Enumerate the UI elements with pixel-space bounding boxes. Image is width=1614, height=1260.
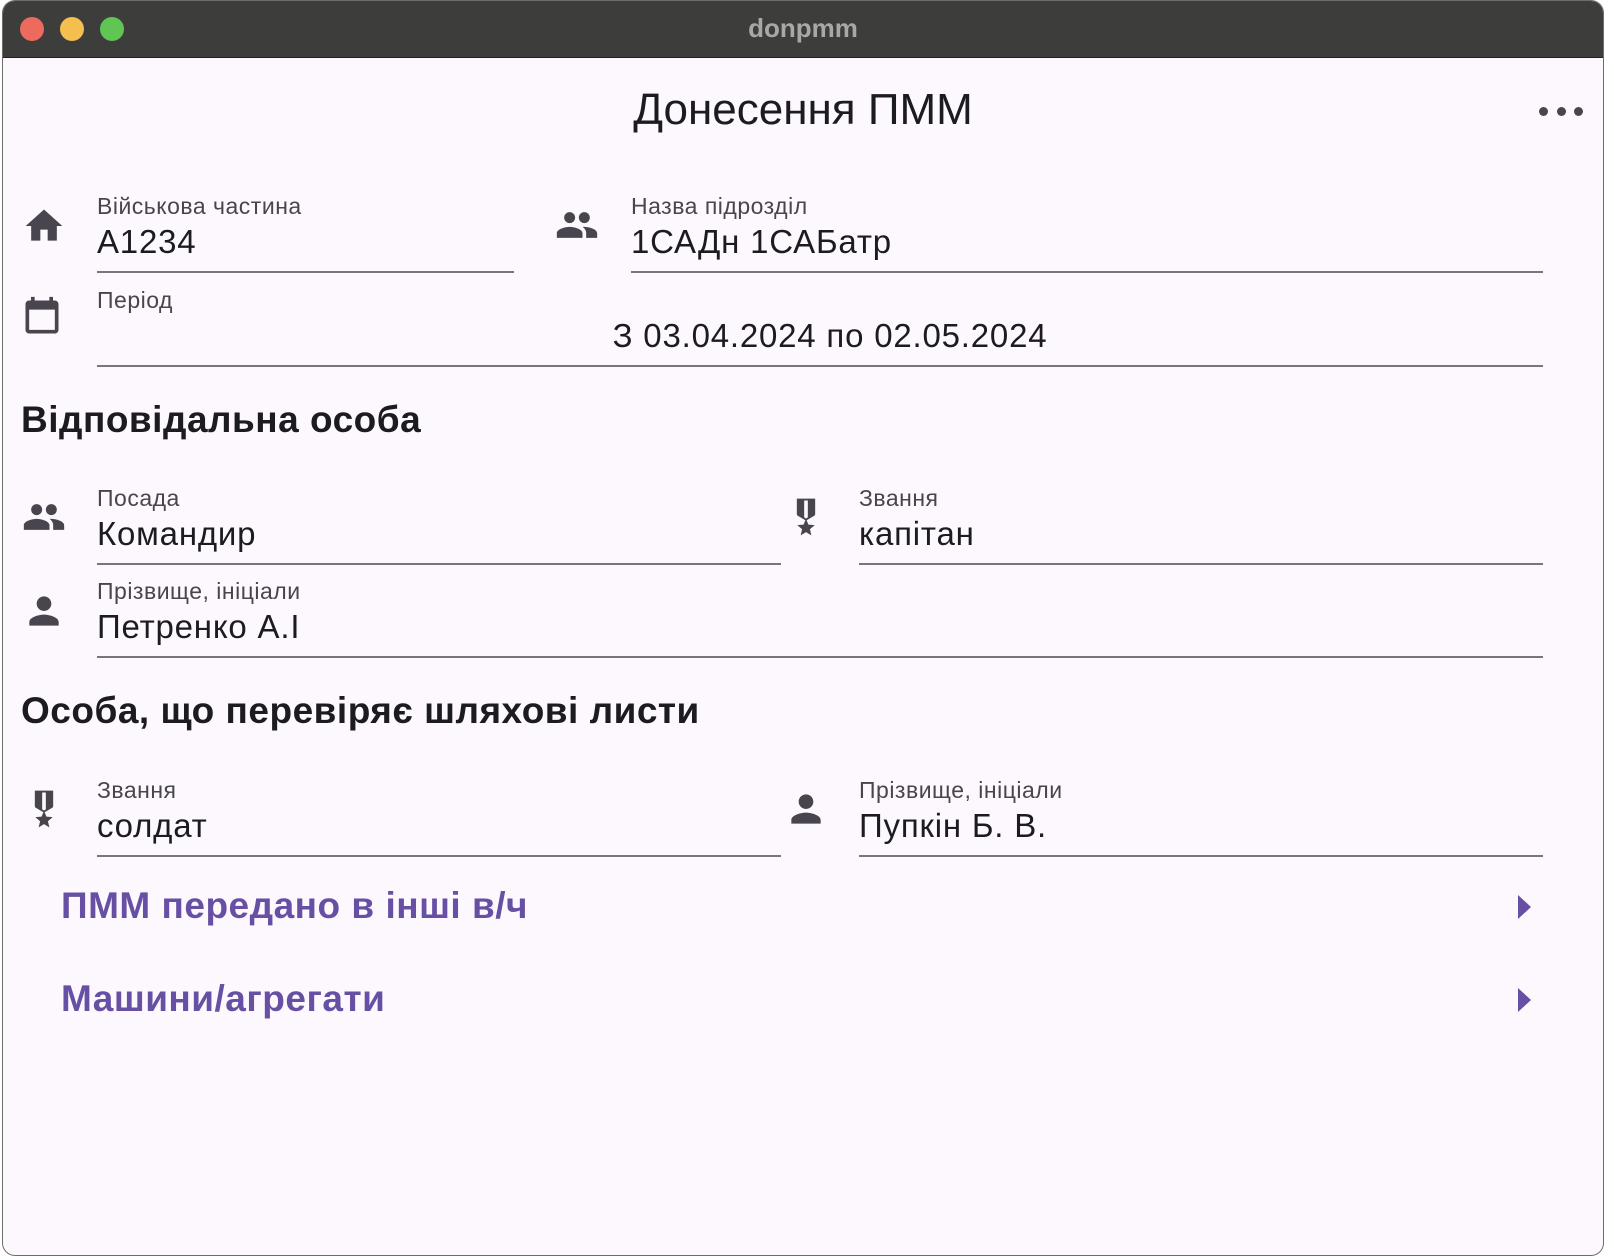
arrow-right-icon [1518, 988, 1531, 1012]
home-icon [22, 204, 66, 248]
person-icon [784, 787, 828, 831]
field-underline [97, 365, 1543, 367]
person-icon [22, 589, 66, 633]
nav-transferred-fuel[interactable]: ПММ передано в інші в/ч [61, 875, 1541, 939]
arrow-right-icon [1518, 895, 1531, 919]
rank-field[interactable]: Звання капітан [859, 485, 1543, 565]
window-titlebar: donpmm [3, 1, 1603, 58]
field-underline [97, 271, 514, 273]
field-underline [97, 855, 781, 857]
field-underline [631, 271, 1543, 273]
position-label: Посада [97, 485, 180, 511]
rank-label: Звання [859, 485, 939, 511]
checker-name-value[interactable]: Пупкін Б. В. [859, 807, 1047, 845]
more-horiz-icon [1539, 106, 1548, 116]
more-menu-button[interactable] [1539, 97, 1583, 125]
app-window: donpmm Донесення ПММ Військова частина А… [3, 1, 1603, 1255]
checker-section-title: Особа, що перевіряє шляхові листи [21, 690, 700, 731]
field-underline [859, 563, 1543, 565]
checker-rank-value[interactable]: солдат [97, 807, 208, 845]
position-value[interactable]: Командир [97, 515, 256, 553]
responsible-name-field[interactable]: Прізвище, ініціали Петренко А.І [97, 578, 1543, 658]
responsible-section-title: Відповідальна особа [21, 399, 422, 440]
window-title: donpmm [748, 13, 858, 43]
responsible-name-label: Прізвище, ініціали [97, 578, 301, 604]
military-unit-field[interactable]: Військова частина А1234 [97, 193, 514, 273]
period-field[interactable]: Період З 03.04.2024 по 02.05.2024 [97, 287, 1543, 367]
rank-value[interactable]: капітан [859, 515, 975, 553]
page-title: Донесення ПММ [633, 85, 973, 134]
responsible-name-value[interactable]: Петренко А.І [97, 608, 300, 646]
subdivision-field[interactable]: Назва підрозділ 1САДн 1САБатр [631, 193, 1543, 273]
group-icon [555, 203, 599, 247]
military-medal-icon [784, 495, 828, 539]
checker-name-field[interactable]: Прізвище, ініціали Пупкін Б. В. [859, 777, 1543, 857]
military-medal-icon [22, 787, 66, 831]
military-unit-label: Військова частина [97, 193, 302, 219]
position-field[interactable]: Посада Командир [97, 485, 781, 565]
nav-vehicles[interactable]: Машини/агрегати [61, 968, 1541, 1032]
period-value[interactable]: З 03.04.2024 по 02.05.2024 [97, 317, 1543, 355]
nav-transferred-fuel-label: ПММ передано в інші в/ч [61, 885, 528, 926]
calendar-icon [20, 295, 64, 339]
group-icon [22, 495, 66, 539]
checker-rank-label: Звання [97, 777, 177, 803]
field-underline [97, 656, 1543, 658]
period-label: Період [97, 287, 173, 313]
subdivision-value[interactable]: 1САДн 1САБатр [631, 223, 892, 261]
checker-rank-field[interactable]: Звання солдат [97, 777, 781, 857]
military-unit-value[interactable]: А1234 [97, 223, 196, 261]
subdivision-label: Назва підрозділ [631, 193, 808, 219]
field-underline [97, 563, 781, 565]
checker-name-label: Прізвище, ініціали [859, 777, 1063, 803]
field-underline [859, 855, 1543, 857]
nav-vehicles-label: Машини/агрегати [61, 978, 386, 1019]
